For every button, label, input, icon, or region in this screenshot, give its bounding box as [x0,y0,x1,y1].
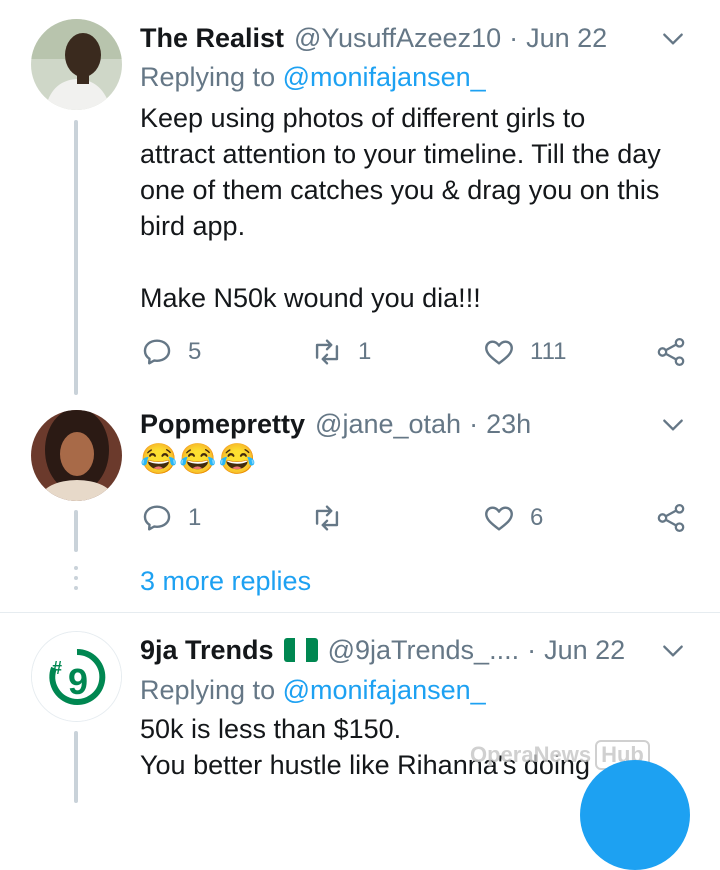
avatar-image [31,19,122,110]
tweet-text: Keep using photos of different girls to … [140,103,661,313]
tweet-header: Popmepretty @jane_otah · 23h [140,404,700,444]
avatar-the-realist[interactable] [31,19,122,110]
timestamp[interactable]: 23h [486,409,531,440]
replying-to: Replying to @monifajansen_ [140,675,486,706]
mention-link[interactable]: @monifajansen_ [283,62,486,92]
like-button[interactable]: 6 [482,498,543,538]
timestamp[interactable]: Jun 22 [526,23,607,54]
tweet-header: The Realist @YusuffAzeez10 · Jun 22 [140,18,700,58]
like-icon [485,340,513,365]
tweet-text: 😂😂😂 [140,443,259,476]
mention-link[interactable]: @monifajansen_ [283,675,486,705]
retweet-button[interactable]: 1 [310,332,371,372]
timestamp[interactable]: Jun 22 [544,635,625,666]
reply-icon [143,339,171,365]
share-button[interactable] [654,498,688,538]
user-handle[interactable]: @YusuffAzeez10 [294,23,501,54]
separator-dot: · [509,22,519,53]
avatar-image [31,410,122,501]
thread-line [74,120,78,395]
separator-dot: · [469,408,479,439]
thread-line [74,510,78,552]
avatar-9ja-trends[interactable]: # 9 [31,631,122,722]
display-name[interactable]: Popmepretty [140,409,305,440]
share-button[interactable] [654,332,688,372]
replying-to-label: Replying to [140,62,276,92]
avatar-popmepretty[interactable] [31,410,122,501]
like-button[interactable]: 111 [482,332,566,372]
like-count: 111 [530,338,567,365]
like-count: 6 [530,504,544,531]
replying-to-label: Replying to [140,675,276,705]
tweet-actions: 1 6 [140,498,700,538]
retweet-icon [315,339,339,365]
tweet-popmepretty[interactable]: Popmepretty @jane_otah · 23h 😂😂😂 1 6 [0,400,720,560]
separator-dot: · [527,634,537,665]
display-name[interactable]: The Realist [140,23,284,54]
reply-count: 1 [188,504,202,531]
retweet-count: 1 [358,338,372,365]
thread-dots [74,566,78,596]
more-replies-link[interactable]: 3 more replies [140,566,311,597]
watermark-text: OperaNews [470,742,592,767]
chevron-down-icon[interactable] [660,638,686,664]
chevron-down-icon[interactable] [660,26,686,52]
nigeria-flag-icon [283,638,318,662]
chevron-down-icon[interactable] [660,412,686,438]
svg-text:#: # [52,658,62,678]
tweet-the-realist[interactable]: The Realist @YusuffAzeez10 · Jun 22 Repl… [0,0,720,400]
thread-line [74,731,78,803]
retweet-icon [315,505,339,531]
reply-button[interactable]: 5 [140,332,201,372]
share-icon [657,337,685,367]
svg-text:9: 9 [68,661,88,702]
user-handle[interactable]: @9jaTrends_.... [328,635,520,666]
share-icon [657,503,685,533]
like-icon [485,506,513,531]
display-name[interactable]: 9ja Trends [140,635,274,666]
9ja-trends-logo: # 9 [32,632,121,721]
compose-fab[interactable] [580,760,690,870]
tweet-actions: 5 1 111 [140,332,700,372]
tweet-header: 9ja Trends @9jaTrends_.... · Jun 22 [140,630,700,670]
reply-count: 5 [188,338,202,365]
user-handle[interactable]: @jane_otah [315,409,461,440]
replying-to: Replying to @monifajansen_ [140,62,486,93]
reply-button[interactable]: 1 [140,498,201,538]
reply-icon [143,505,171,531]
retweet-button[interactable] [310,498,344,538]
